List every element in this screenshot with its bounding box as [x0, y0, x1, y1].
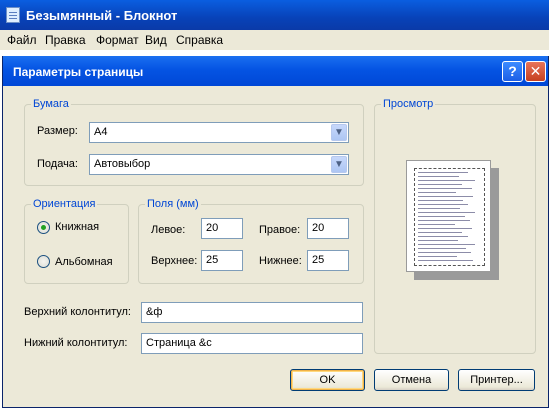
header-value: &ф [146, 306, 163, 318]
margin-bottom-label: Нижнее: [259, 255, 302, 267]
preview-group-label: Просмотр [381, 98, 436, 110]
margins-group-label: Поля (мм) [145, 198, 201, 210]
ok-button[interactable]: OK [290, 369, 365, 391]
cancel-button[interactable]: Отмена [374, 369, 449, 391]
paper-source-select[interactable]: Автовыбор ▼ [89, 154, 349, 175]
margin-right-input[interactable]: 20 [307, 218, 349, 239]
margin-right-label: Правое: [259, 224, 301, 236]
orientation-group: Ориентация [24, 198, 129, 284]
margin-top-input[interactable]: 25 [201, 250, 243, 271]
close-button[interactable]: ✕ [525, 61, 546, 82]
printer-button[interactable]: Принтер... [458, 369, 535, 391]
portrait-label[interactable]: Книжная [55, 221, 99, 233]
header-input[interactable]: &ф [141, 302, 363, 323]
margin-bottom-input[interactable]: 25 [307, 250, 349, 271]
menu-file[interactable]: Файл [7, 33, 37, 47]
paper-size-label: Размер: [37, 125, 78, 137]
margin-right-value: 20 [312, 222, 325, 234]
notepad-icon [6, 7, 20, 23]
paper-size-value: A4 [94, 126, 108, 138]
portrait-radio[interactable] [37, 221, 50, 234]
preview-page [406, 160, 491, 272]
margin-left-input[interactable]: 20 [201, 218, 243, 239]
header-label: Верхний колонтитул: [24, 306, 131, 318]
menu-edit[interactable]: Правка [45, 33, 86, 47]
margin-top-label: Верхнее: [151, 255, 198, 267]
paper-size-select[interactable]: A4 ▼ [89, 122, 349, 143]
margin-bottom-value: 25 [312, 254, 325, 266]
landscape-radio[interactable] [37, 255, 50, 268]
landscape-label[interactable]: Альбомная [55, 256, 113, 268]
preview-text-lines [418, 172, 481, 262]
margin-left-value: 20 [206, 222, 219, 234]
dialog-title: Параметры страницы [13, 65, 144, 79]
paper-source-label: Подача: [37, 158, 78, 170]
notepad-menu-bar: Файл Правка Формат Вид Справка [0, 30, 549, 50]
paper-group-label: Бумага [31, 98, 71, 110]
notepad-title: Безымянный - Блокнот [26, 8, 178, 23]
dialog-title-bar: Параметры страницы ? ✕ [3, 56, 548, 86]
menu-view[interactable]: Вид [145, 33, 167, 47]
orientation-group-label: Ориентация [31, 198, 98, 210]
chevron-down-icon[interactable]: ▼ [331, 124, 347, 141]
chevron-down-icon[interactable]: ▼ [331, 156, 347, 173]
help-button[interactable]: ? [502, 61, 523, 82]
menu-help[interactable]: Справка [176, 33, 223, 47]
footer-label: Нижний колонтитул: [24, 337, 128, 349]
notepad-title-bar: Безымянный - Блокнот [0, 0, 549, 30]
footer-value: Страница &с [146, 337, 212, 349]
preview-margin-box [414, 168, 485, 266]
margin-top-value: 25 [206, 254, 219, 266]
margin-left-label: Левое: [151, 224, 186, 236]
menu-format[interactable]: Формат [96, 33, 139, 47]
footer-input[interactable]: Страница &с [141, 333, 363, 354]
paper-source-value: Автовыбор [94, 158, 151, 170]
margins-group: Поля (мм) [138, 198, 364, 284]
